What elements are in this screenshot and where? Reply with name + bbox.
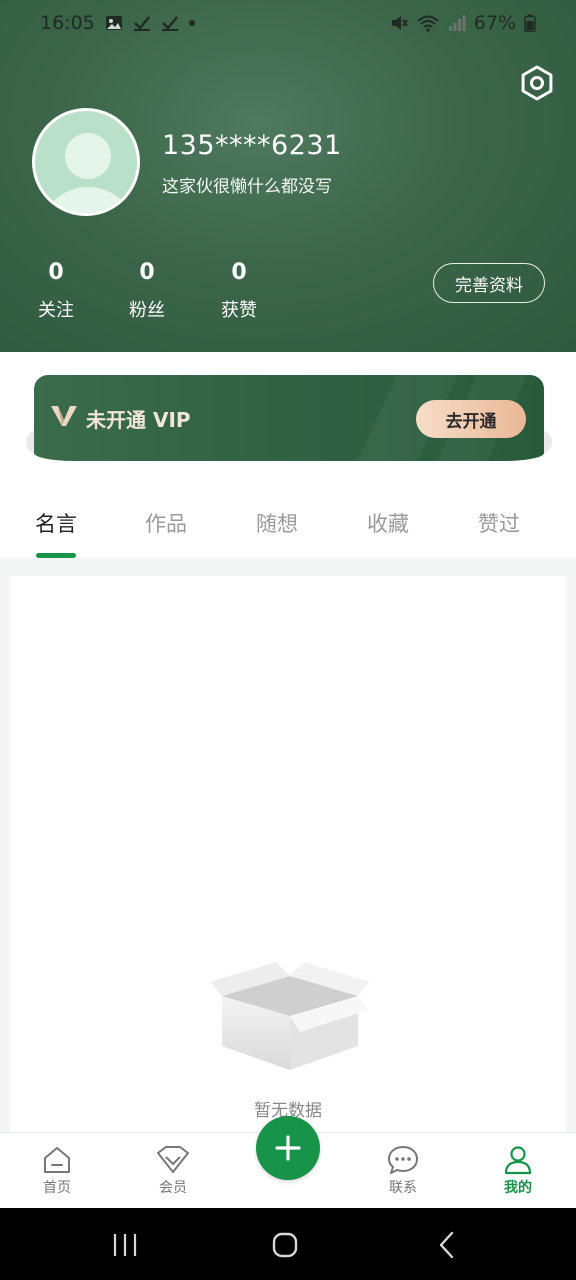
recent-apps-icon[interactable]	[110, 1230, 140, 1260]
tab-quotes[interactable]: 名言	[26, 508, 86, 538]
vip-status-text: 未开通 VIP	[86, 408, 191, 432]
stat-value: 0	[48, 260, 64, 285]
plus-icon	[275, 1135, 301, 1161]
back-icon[interactable]	[432, 1230, 462, 1260]
home-icon	[44, 1147, 70, 1173]
profile-header: 16:05 67% 135****6231 这家伙很懒什么都没写 0 关注 0 …	[0, 0, 576, 352]
stat-value: 0	[139, 260, 155, 285]
content-area: 暂无数据	[10, 576, 566, 1136]
status-time: 16:05	[40, 12, 95, 34]
vip-logo-icon	[51, 406, 77, 426]
mute-icon	[391, 16, 408, 30]
signal-icon	[448, 15, 466, 31]
nav-label: 会员	[159, 1180, 187, 1196]
system-navigation-bar	[0, 1208, 576, 1280]
check-icon	[133, 16, 150, 31]
image-icon	[105, 16, 122, 30]
settings-icon[interactable]	[518, 64, 556, 102]
stat-following[interactable]: 0 关注	[26, 258, 86, 322]
stat-likes[interactable]: 0 获赞	[209, 258, 269, 322]
stat-fans[interactable]: 0 粉丝	[117, 258, 177, 322]
user-phone: 135****6231	[162, 130, 342, 161]
nav-label: 首页	[43, 1180, 71, 1196]
activate-vip-button[interactable]: 去开通	[416, 400, 526, 438]
tab-favorites[interactable]: 收藏	[358, 508, 418, 538]
edit-profile-button[interactable]: 完善资料	[433, 263, 545, 303]
notification-dot-icon	[188, 20, 195, 26]
wifi-icon	[417, 15, 439, 32]
stat-label: 关注	[38, 300, 74, 321]
nav-contact[interactable]: 联系	[368, 1145, 438, 1197]
chat-icon	[388, 1146, 418, 1174]
user-icon	[504, 1146, 532, 1175]
avatar[interactable]	[32, 108, 140, 216]
status-bar: 16:05 67%	[0, 0, 576, 46]
home-button-icon[interactable]	[270, 1230, 300, 1260]
nav-label: 我的	[504, 1180, 532, 1196]
stat-label: 获赞	[221, 300, 257, 321]
tab-liked[interactable]: 赞过	[469, 508, 529, 538]
battery-percent: 67%	[473, 12, 516, 34]
nav-vip[interactable]: 会员	[138, 1145, 208, 1197]
content-tabs: 名言 作品 随想 收藏 赞过	[0, 500, 576, 558]
nav-mine[interactable]: 我的	[483, 1145, 553, 1197]
vip-icon	[157, 1146, 189, 1173]
tab-thoughts[interactable]: 随想	[247, 508, 307, 538]
battery-icon	[524, 14, 536, 32]
nav-label: 联系	[389, 1180, 417, 1196]
add-post-button[interactable]	[256, 1116, 320, 1180]
stat-value: 0	[231, 260, 247, 285]
check-icon	[161, 16, 178, 31]
user-bio: 这家伙很懒什么都没写	[162, 177, 332, 197]
empty-box-icon	[210, 962, 370, 1070]
active-tab-indicator	[36, 553, 76, 558]
stat-label: 粉丝	[129, 300, 165, 321]
tab-works[interactable]: 作品	[136, 508, 196, 538]
nav-home[interactable]: 首页	[22, 1145, 92, 1197]
